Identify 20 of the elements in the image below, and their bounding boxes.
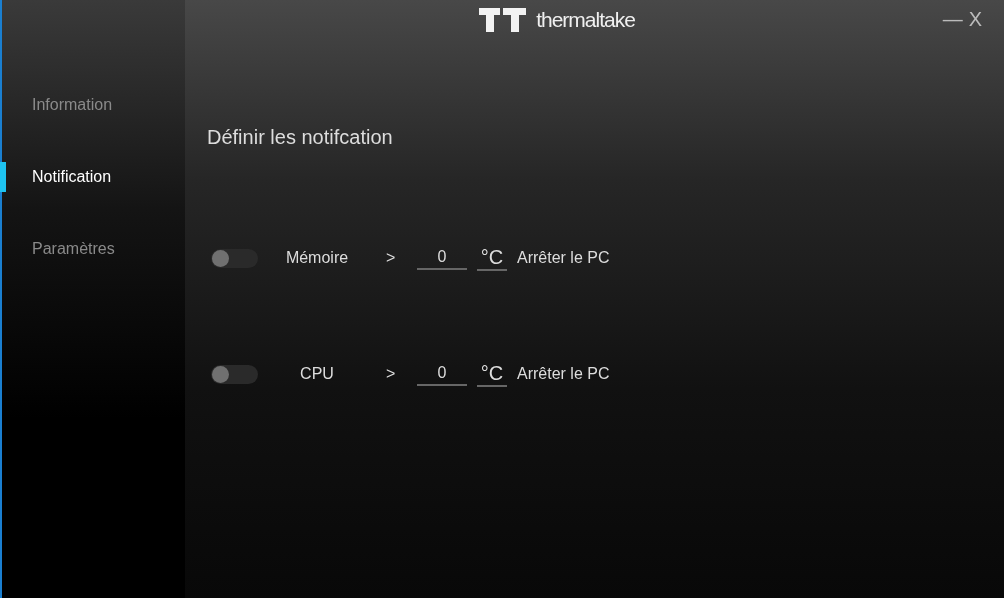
section-title: Définir les notifcation <box>207 126 394 149</box>
sidebar-item[interactable]: Information <box>2 86 185 124</box>
operator-label: > <box>385 249 397 267</box>
logo-icon <box>479 8 527 32</box>
sidebar-item[interactable]: Notification <box>2 158 185 196</box>
minimize-button[interactable]: — <box>940 8 965 31</box>
threshold-field[interactable]: 0 <box>417 362 467 386</box>
sensor-label: CPU <box>299 365 335 383</box>
action-label: Arrêter le PC <box>517 249 610 267</box>
unit-field[interactable]: °C <box>477 245 507 271</box>
toggle-switch[interactable] <box>211 364 258 384</box>
toggle-switch[interactable] <box>211 248 258 268</box>
unit-field[interactable]: °C <box>477 361 507 387</box>
action-label: Arrêter le PC <box>517 365 610 383</box>
brand-name: thermaltake <box>536 8 635 32</box>
close-button[interactable]: X <box>966 8 984 31</box>
threshold-field[interactable]: 0 <box>417 246 467 270</box>
sidebar-item[interactable]: Paramètres <box>2 230 185 268</box>
sensor-label: Mémoire <box>284 249 350 267</box>
operator-label: > <box>385 365 397 383</box>
